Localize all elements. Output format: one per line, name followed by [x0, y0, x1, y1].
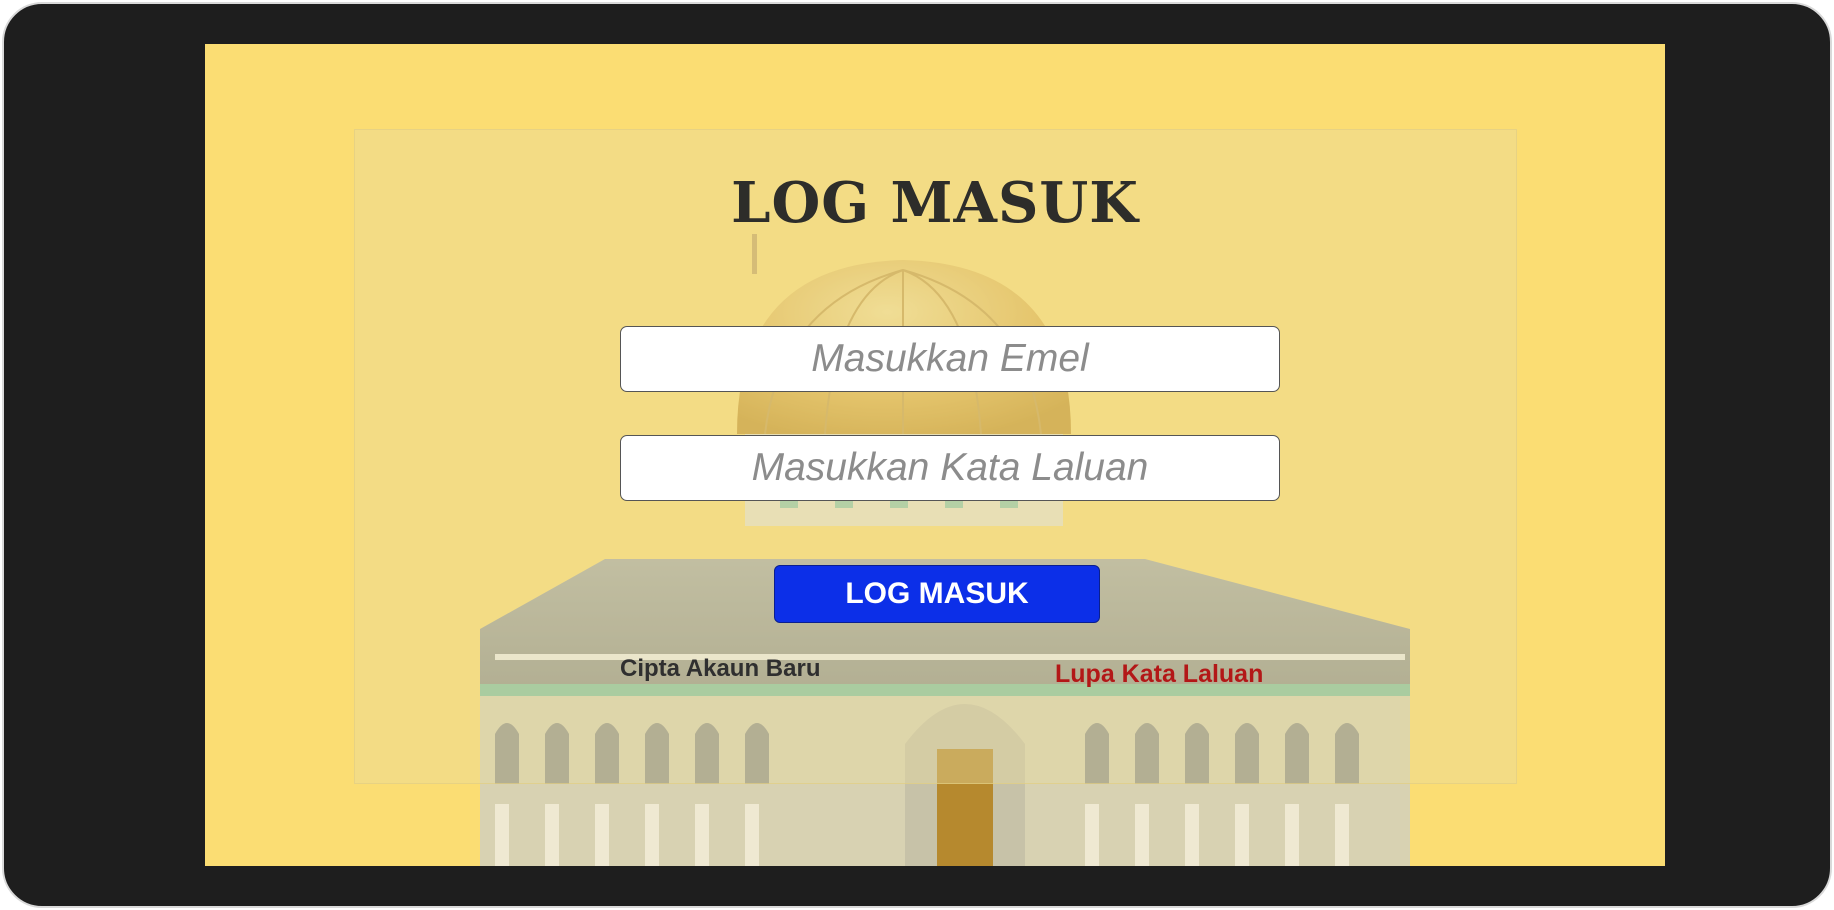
create-account-link[interactable]: Cipta Akaun Baru	[620, 655, 820, 683]
device-frame: LOG MASUK LOG MASUK Cipta Akaun Baru Lup…	[2, 2, 1832, 908]
password-field[interactable]	[620, 435, 1280, 501]
login-button[interactable]: LOG MASUK	[774, 565, 1100, 623]
page-title: LOG MASUK	[731, 170, 1139, 236]
login-screen: LOG MASUK LOG MASUK Cipta Akaun Baru Lup…	[205, 44, 1665, 866]
forgot-password-link[interactable]: Lupa Kata Laluan	[1055, 660, 1263, 689]
email-field[interactable]	[620, 326, 1280, 392]
